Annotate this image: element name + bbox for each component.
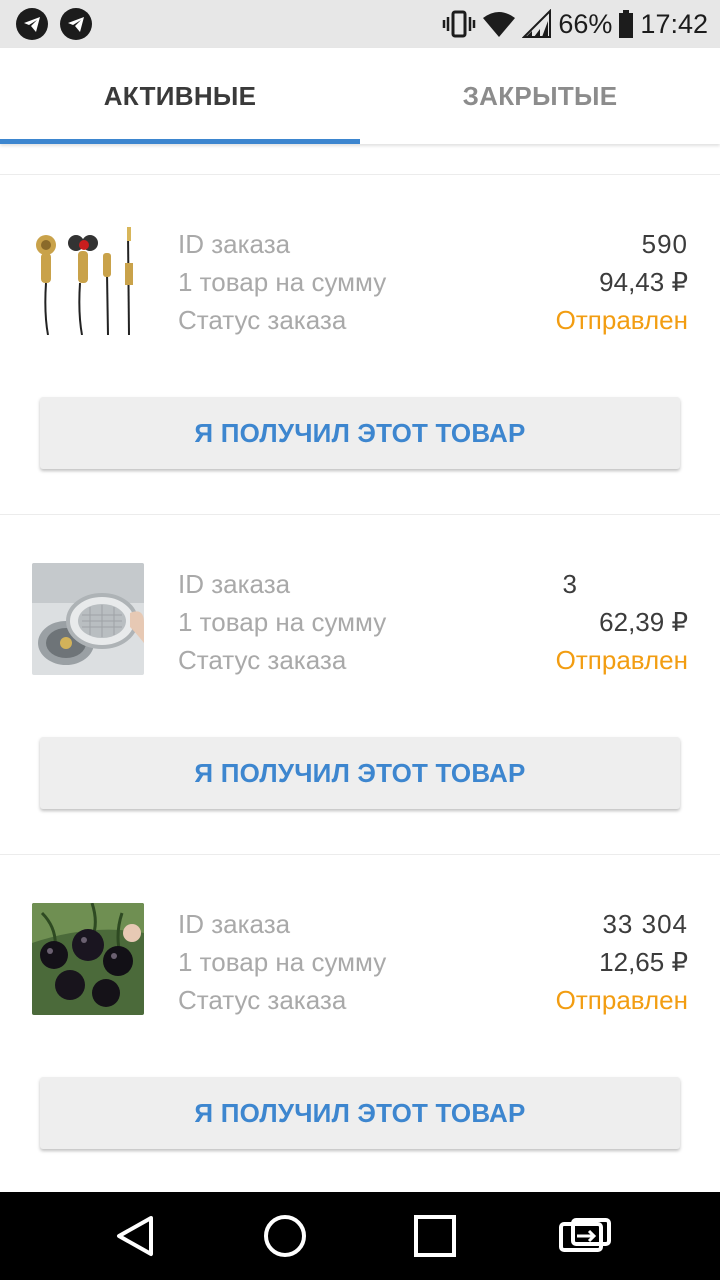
telegram-icon — [16, 8, 48, 40]
status-bar: 66% 17:42 — [0, 0, 720, 48]
recents-icon[interactable] — [395, 1196, 475, 1276]
tab-bar: АКТИВНЫЕ ЗАКРЫТЫЕ — [0, 48, 720, 144]
black-tomatoes-image[interactable] — [32, 903, 144, 1015]
order-card: ID заказа 1 товар на сумму Статус заказа… — [0, 514, 720, 854]
battery-percent: 66% — [558, 8, 613, 39]
earphones-image[interactable] — [32, 223, 144, 335]
received-item-button[interactable]: Я ПОЛУЧИЛ ЭТОТ ТОВАР — [40, 397, 680, 469]
telegram-icon — [60, 8, 92, 40]
order-status: Отправлен — [555, 645, 688, 675]
order-card: ID заказа 1 товар на сумму Статус заказа… — [0, 174, 720, 514]
order-id-value: 3 — [562, 569, 578, 599]
orders-list: ID заказа 1 товар на сумму Статус заказа… — [0, 174, 720, 1194]
wifi-icon — [482, 10, 516, 38]
order-status: Отправлен — [555, 305, 688, 335]
order-id-value: 33 304 — [602, 909, 688, 939]
order-status-label: Статус заказа — [178, 645, 347, 675]
order-card: ID заказа 1 товар на сумму Статус заказа… — [0, 854, 720, 1194]
order-amount: 94,43 ₽ — [599, 267, 688, 297]
rotate-icon[interactable] — [545, 1196, 625, 1276]
order-id-value: 590 — [641, 229, 688, 259]
tab-closed[interactable]: ЗАКРЫТЫЕ — [360, 48, 720, 144]
clock: 17:42 — [640, 8, 708, 39]
order-status-label: Статус заказа — [178, 305, 347, 335]
sink-strainer-image[interactable] — [32, 563, 144, 675]
tab-active[interactable]: АКТИВНЫЕ — [0, 48, 360, 144]
back-icon[interactable] — [95, 1196, 175, 1276]
order-status-label: Статус заказа — [178, 985, 347, 1015]
received-item-button[interactable]: Я ПОЛУЧИЛ ЭТОТ ТОВАР — [40, 737, 680, 809]
vibrate-icon — [442, 9, 476, 39]
items-sum-label: 1 товар на сумму — [178, 947, 387, 977]
items-sum-label: 1 товар на сумму — [178, 607, 387, 637]
navigation-bar — [0, 1192, 720, 1280]
items-sum-label: 1 товар на сумму — [178, 267, 387, 297]
signal-icon — [522, 9, 552, 39]
order-amount: 12,65 ₽ — [599, 947, 688, 977]
home-icon[interactable] — [245, 1196, 325, 1276]
order-id-label: ID заказа — [178, 569, 291, 599]
battery-icon — [618, 10, 634, 38]
order-id-label: ID заказа — [178, 909, 291, 939]
order-status: Отправлен — [555, 985, 688, 1015]
order-amount: 62,39 ₽ — [599, 607, 688, 637]
order-id-label: ID заказа — [178, 229, 291, 259]
received-item-button[interactable]: Я ПОЛУЧИЛ ЭТОТ ТОВАР — [40, 1077, 680, 1149]
